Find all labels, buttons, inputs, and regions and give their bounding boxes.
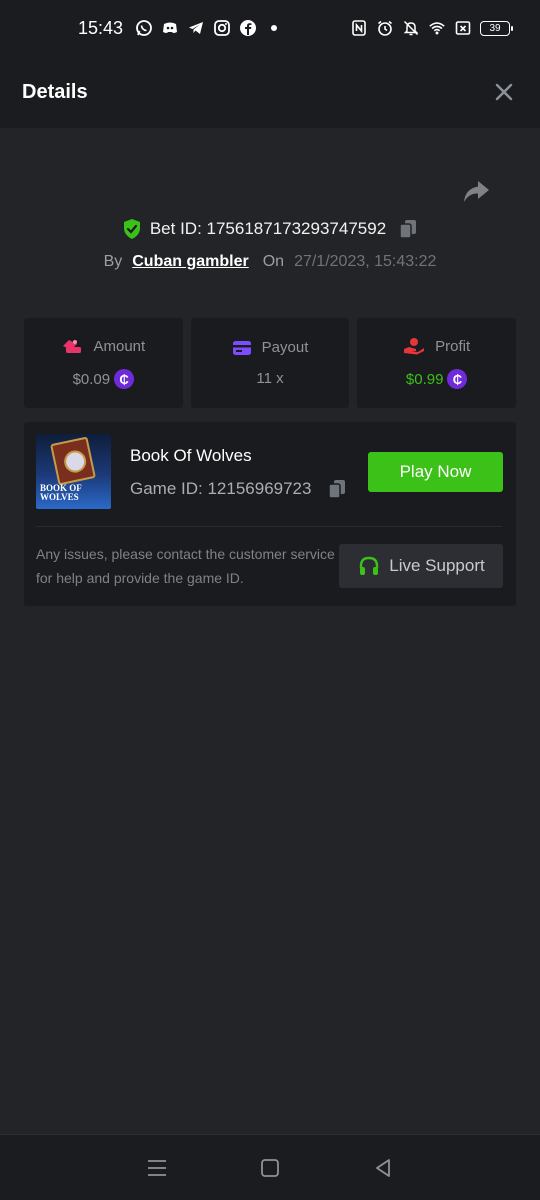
amount-label: Amount (93, 337, 146, 355)
game-thumbnail[interactable]: BOOK OF WOLVES (36, 434, 111, 509)
payout-stat: Payout 11 x (190, 318, 350, 408)
back-button[interactable] (363, 1148, 403, 1188)
amount-value: $0.09 (72, 370, 111, 388)
wifi-icon (428, 19, 446, 37)
bet-id: Bet ID: 1756187173293747592 (149, 219, 387, 238)
coin-icon: ₵ (114, 369, 135, 389)
payout-value: 11 x (256, 370, 284, 387)
system-nav-bar (0, 1134, 540, 1200)
home-button[interactable] (250, 1148, 290, 1188)
close-button[interactable] (490, 78, 518, 106)
system-icons: 39 (350, 19, 513, 37)
square-icon (261, 1158, 279, 1177)
amount-stat: Amount $0.09 ₵ (24, 318, 183, 408)
live-support-label: Live Support (389, 556, 485, 575)
page-title: Details (22, 80, 88, 103)
whatsapp-icon (135, 19, 153, 37)
bet-stats: Amount $0.09 ₵ Payout 11 x Profit $0.99 … (24, 318, 517, 408)
dot-icon (265, 19, 283, 37)
live-support-button[interactable]: Live Support (339, 544, 503, 588)
by-label: By (103, 253, 123, 270)
book-artwork (50, 436, 96, 486)
bet-meta-row: By Cuban gambler On 27/1/2023, 15:43:22 (0, 248, 540, 276)
payout-card-icon (232, 340, 252, 356)
share-icon (464, 181, 489, 202)
coin-icon: ₵ (447, 369, 468, 389)
details-header: Details (0, 56, 540, 128)
support-notice: Any issues, please contact the customer … (36, 546, 335, 586)
on-label: On (262, 253, 285, 270)
game-id: Game ID: 12156969723 (130, 479, 312, 498)
share-button[interactable] (460, 178, 492, 206)
copy-game-id-button[interactable] (327, 478, 347, 500)
copy-icon (399, 220, 417, 239)
back-triangle-icon (376, 1158, 391, 1177)
alarm-icon (376, 19, 394, 37)
play-now-button[interactable]: Play Now (368, 452, 503, 492)
menu-lines-icon (147, 1159, 166, 1176)
username-link[interactable]: Cuban gambler (132, 253, 248, 271)
payout-label: Payout (261, 339, 309, 356)
status-bar: 15:43 39 (0, 0, 540, 56)
profit-label: Profit (435, 337, 471, 355)
headset-icon (357, 554, 381, 578)
profit-value: $0.99 (405, 370, 444, 388)
discord-icon (161, 19, 179, 37)
verified-shield-icon (122, 218, 142, 240)
copy-icon (328, 480, 346, 499)
nfc-icon (350, 19, 368, 37)
profit-hand-icon (403, 337, 425, 355)
game-id-row: Game ID: 12156969723 (130, 478, 347, 500)
profit-stat: Profit $0.99 ₵ (357, 318, 517, 408)
bet-id-row: Bet ID: 1756187173293747592 (0, 214, 540, 244)
instagram-icon (213, 19, 231, 37)
status-time: 15:43 (78, 17, 124, 38)
amount-icon (61, 337, 83, 355)
thumbnail-title: BOOK OF WOLVES (40, 483, 82, 502)
bet-date: 27/1/2023, 15:43:22 (294, 253, 437, 270)
notification-icons (135, 19, 283, 37)
facebook-icon (239, 19, 257, 37)
battery-icon: 39 (480, 20, 513, 36)
close-icon (495, 83, 513, 101)
game-name: Book Of Wolves (130, 446, 252, 465)
game-card: BOOK OF WOLVES Book Of Wolves Game ID: 1… (24, 422, 516, 606)
telegram-icon (187, 19, 205, 37)
divider (36, 526, 502, 527)
copy-bet-id-button[interactable] (398, 218, 418, 240)
recents-button[interactable] (137, 1148, 177, 1188)
mute-icon (402, 19, 420, 37)
no-sim-icon (454, 19, 472, 37)
